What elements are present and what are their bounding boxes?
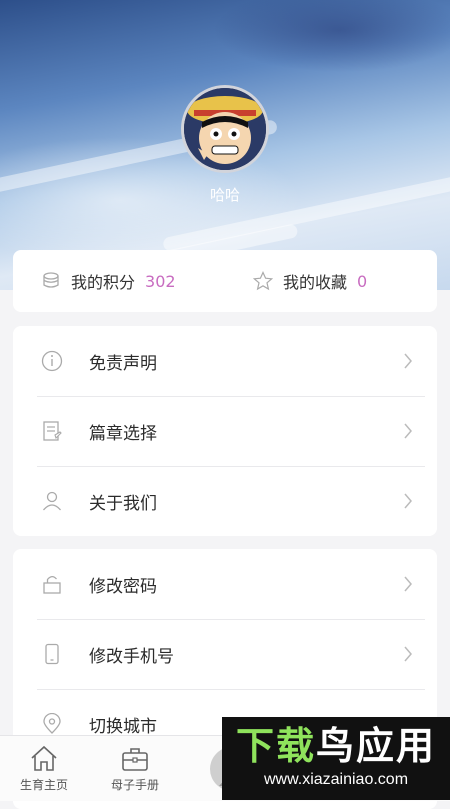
- chevron-right-icon: [404, 353, 412, 369]
- avatar-image: [184, 88, 266, 170]
- menu-item-label: 篇章选择: [89, 423, 157, 444]
- person-icon: [43, 491, 61, 511]
- menu-item-change-password[interactable]: 修改密码: [37, 549, 425, 620]
- stats-card: 我的积分 302 我的收藏 0: [13, 250, 437, 312]
- chevron-right-icon: [404, 646, 412, 662]
- menu-item-label: 关于我们: [89, 493, 157, 514]
- favorites-value: 0: [357, 271, 368, 291]
- tab-handbook[interactable]: 母子手册: [95, 736, 175, 801]
- star-icon: [253, 271, 273, 291]
- favorites-label: 我的收藏: [283, 273, 348, 292]
- watermark-title-b: 鸟应用: [316, 724, 437, 768]
- tab-label: 生育主页: [19, 778, 68, 792]
- chevron-right-icon: [404, 576, 412, 592]
- points-value: 302: [145, 271, 176, 291]
- lock-icon: [43, 575, 61, 594]
- menu-item-label: 修改密码: [89, 576, 157, 597]
- points-label: 我的积分: [71, 273, 136, 292]
- briefcase-icon: [122, 748, 148, 771]
- location-pin-icon: [43, 713, 61, 734]
- favorites-stat[interactable]: 我的收藏 0: [225, 269, 437, 293]
- menu-item-about-us[interactable]: 关于我们: [37, 466, 425, 536]
- username: 哈哈: [209, 186, 240, 204]
- menu-item-label: 免责声明: [89, 353, 157, 374]
- watermark-logo: 下载鸟应用 www.xiazainiao.com: [222, 717, 450, 800]
- watermark-title-a: 下载: [235, 724, 316, 768]
- avatar[interactable]: [181, 85, 269, 173]
- info-circle-icon: [41, 350, 63, 372]
- tab-label: 母子手册: [110, 778, 159, 792]
- menu-group-info: 免责声明 篇章选择 关于我们: [13, 326, 437, 536]
- tab-home[interactable]: 生育主页: [4, 736, 84, 801]
- menu-item-label: 修改手机号: [89, 646, 174, 667]
- menu-item-chapter-select[interactable]: 篇章选择: [37, 396, 425, 467]
- coins-stack-icon: [43, 272, 59, 288]
- menu-item-change-phone[interactable]: 修改手机号: [37, 619, 425, 690]
- chevron-right-icon: [404, 423, 412, 439]
- menu-item-disclaimer[interactable]: 免责声明: [37, 326, 425, 397]
- document-edit-icon: [43, 421, 62, 441]
- home-icon: [31, 745, 57, 771]
- phone-icon: [45, 643, 59, 665]
- chevron-right-icon: [404, 493, 412, 509]
- watermark-url: www.xiazainiao.com: [263, 771, 409, 788]
- points-stat[interactable]: 我的积分 302: [13, 269, 225, 293]
